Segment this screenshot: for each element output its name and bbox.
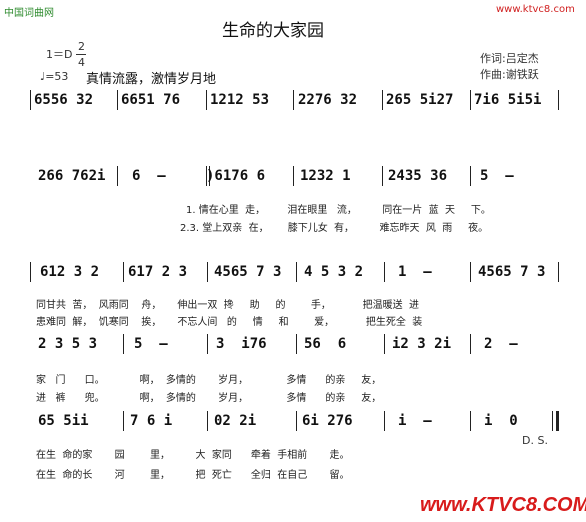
- barline: [117, 90, 118, 110]
- measure: i –: [398, 413, 432, 429]
- barline: [384, 334, 385, 354]
- composer: 作曲:谢铁跃: [480, 68, 539, 81]
- barline: [384, 411, 385, 431]
- da-segno-mark: D. S.: [522, 434, 548, 447]
- barline: [293, 90, 294, 110]
- barline: [30, 90, 31, 110]
- barline: [206, 90, 207, 110]
- time-signature-line: [76, 54, 86, 55]
- measure: 617 2 3: [128, 264, 188, 280]
- measure: 1232 1: [300, 168, 351, 184]
- measure: 7 6 i: [130, 413, 173, 429]
- lyrics-line: 1. 情在心里 走， 泪在眼里 流， 同在一片 蓝 天 下。: [186, 205, 491, 216]
- measure: 02 2i: [214, 413, 257, 429]
- measure: 2 3 5 3: [38, 336, 98, 352]
- barline: [382, 90, 383, 110]
- barline: [470, 411, 471, 431]
- measure: 2 –: [484, 336, 518, 352]
- expression-text: 真情流露，激情岁月地: [86, 72, 217, 87]
- measure: 65 5ii: [38, 413, 89, 429]
- barline: [470, 166, 471, 186]
- measure: 6556 32: [34, 92, 94, 108]
- barline: [123, 334, 124, 354]
- barline: [296, 334, 297, 354]
- measure: 3 i76: [216, 336, 267, 352]
- barline: [123, 262, 124, 282]
- barline: [384, 262, 385, 282]
- tempo-mark: ♩=53: [40, 70, 69, 83]
- barline: [470, 90, 471, 110]
- measure: 4565 7 3: [214, 264, 282, 280]
- measure: 5 –: [134, 336, 168, 352]
- barline: [207, 262, 208, 282]
- barline: [558, 90, 559, 110]
- final-barline: [556, 411, 559, 431]
- barline: [30, 262, 31, 282]
- measure: 6 –: [132, 168, 166, 184]
- time-signature-top: 2: [78, 40, 85, 53]
- measure: 265 5i27: [386, 92, 454, 108]
- barline: [558, 262, 559, 282]
- measure: 6651 76: [121, 92, 181, 108]
- time-signature-bottom: 4: [78, 56, 85, 69]
- lyrics-line: 同甘共 苦， 风雨同 舟， 伸出一双 搀 助 的 手， 把温暖送 进: [36, 300, 420, 311]
- measure: 4565 7 3: [478, 264, 546, 280]
- barline: [117, 166, 118, 186]
- measure: i2 3 2i: [392, 336, 452, 352]
- lyrics-line: 2.3. 堂上双亲 在， 膝下儿女 有， 难忘昨天 风 雨 夜。: [180, 223, 489, 234]
- measure: 266 762i: [38, 168, 106, 184]
- barline: [123, 411, 124, 431]
- measure: 1 –: [398, 264, 432, 280]
- barline: [470, 334, 471, 354]
- measure: 5 –: [480, 168, 514, 184]
- measure: i 0: [484, 413, 518, 429]
- barline: [293, 166, 294, 186]
- barline: [552, 411, 553, 431]
- measure: 4 5 3 2: [304, 264, 364, 280]
- barline: [382, 166, 383, 186]
- measure: 6i 276: [302, 413, 353, 429]
- watermark-top-left: 中国词曲网: [4, 8, 54, 19]
- lyrics-line: 进 裤 兜。 啊， 多情的 岁月， 多情 的亲 友，: [36, 393, 382, 404]
- measure: 1212 53: [210, 92, 270, 108]
- barline: [296, 262, 297, 282]
- barline: [207, 334, 208, 354]
- lyrics-line: 患难同 解， 饥寒同 挨， 不忘人间 的 情 和 爱， 把生死全 装: [36, 317, 423, 328]
- key-signature: 1＝D: [46, 48, 73, 61]
- barline: [207, 411, 208, 431]
- measure: 56 6: [304, 336, 347, 352]
- measure: 7i6 5i5i: [474, 92, 542, 108]
- watermark-top-right: www.ktvc8.com: [496, 4, 575, 15]
- barline: [470, 262, 471, 282]
- lyrics-line: 在生 命的家 园 里， 大 家同 牵着 手相前 走。: [36, 450, 350, 461]
- barline: [296, 411, 297, 431]
- site-logo-watermark: www.KTVC8.COM: [420, 494, 586, 516]
- lyrics-line: 在生 命的长 河 里， 把 死亡 全归 在自己 留。: [36, 470, 350, 481]
- lyrics-line: 家 门 口。 啊， 多情的 岁月， 多情 的亲 友，: [36, 375, 382, 386]
- lyricist: 作词:吕定杰: [480, 52, 539, 65]
- measure: 2435 36: [388, 168, 448, 184]
- measure: 612 3 2: [40, 264, 100, 280]
- song-title: 生命的大家园: [222, 21, 324, 41]
- measure: )6176 6: [206, 168, 266, 184]
- measure: 2276 32: [298, 92, 358, 108]
